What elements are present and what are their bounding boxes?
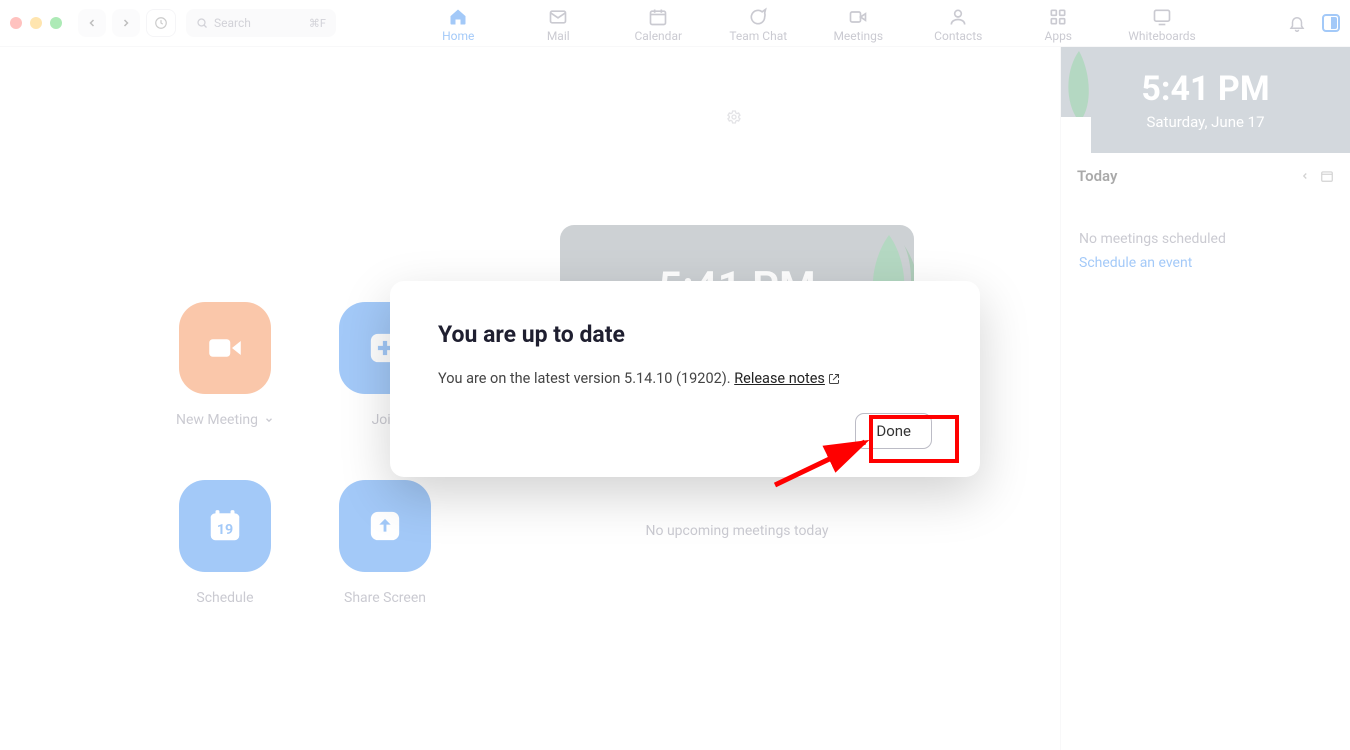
update-modal: You are up to date You are on the latest… [390, 281, 980, 477]
modal-body-prefix: You are on the latest version [438, 370, 624, 387]
modal-title: You are up to date [438, 321, 932, 348]
modal-version: 5.14.10 (19202) [624, 370, 727, 387]
release-notes-link[interactable]: Release notes [734, 370, 825, 387]
modal-body: You are on the latest version 5.14.10 (1… [438, 370, 932, 387]
done-button[interactable]: Done [855, 413, 932, 449]
modal-actions: Done [438, 413, 932, 449]
external-link-icon [828, 373, 840, 385]
